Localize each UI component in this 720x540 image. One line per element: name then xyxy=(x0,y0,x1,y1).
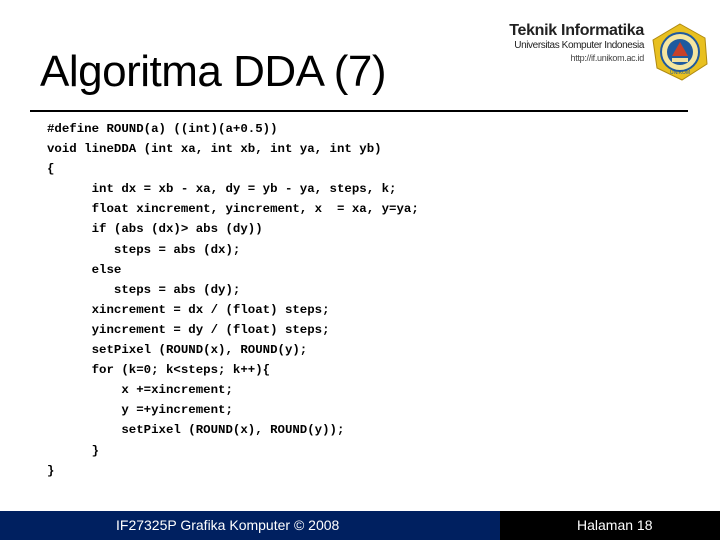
footer-course-bar: IF27325P Grafika Komputer © 2008 xyxy=(0,511,500,540)
code-line: steps = abs (dy); xyxy=(47,282,241,297)
department-logo: Teknik Informatika Universitas Komputer … xyxy=(509,22,712,81)
code-line: yincrement = dy / (float) steps; xyxy=(47,322,330,337)
code-line: else xyxy=(47,262,122,277)
code-line: void lineDDA (int xa, int xb, int ya, in… xyxy=(47,142,382,157)
university-emblem-icon: UNIKOM xyxy=(652,23,708,81)
logo-url: http://if.unikom.ac.id xyxy=(570,53,645,63)
code-line: if (abs (dx)> abs (dy)) xyxy=(47,222,263,237)
emblem-label: UNIKOM xyxy=(670,70,690,76)
code-block: #define ROUND(a) ((int)(a+0.5)) void line… xyxy=(47,119,419,481)
code-line: } xyxy=(47,463,55,478)
code-line: { xyxy=(47,162,55,177)
footer-page-bar: Halaman 18 xyxy=(500,511,720,540)
logo-title: Teknik Informatika xyxy=(509,22,644,39)
code-line: y =+yincrement; xyxy=(47,403,233,418)
code-line: setPixel (ROUND(x), ROUND(y)); xyxy=(47,423,345,438)
logo-text-block: Teknik Informatika Universitas Komputer … xyxy=(509,22,644,64)
logo-subtitle: Universitas Komputer Indonesia xyxy=(514,40,644,51)
code-line: int dx = xb - xa, dy = yb - ya, steps, k… xyxy=(47,182,397,197)
footer-course-text: IF27325P Grafika Komputer © 2008 xyxy=(116,517,340,533)
code-line: for (k=0; k<steps; k++){ xyxy=(47,363,271,378)
code-line: #define ROUND(a) ((int)(a+0.5)) xyxy=(47,122,278,136)
code-line: x +=xincrement; xyxy=(47,383,233,398)
code-line: setPixel (ROUND(x), ROUND(y); xyxy=(47,343,308,358)
title-divider xyxy=(30,110,688,112)
code-line: } xyxy=(47,443,100,458)
code-line: xincrement = dx / (float) steps; xyxy=(47,302,330,317)
slide-title: Algoritma DDA (7) xyxy=(40,47,387,96)
code-line: steps = abs (dx); xyxy=(47,242,241,257)
code-line: float xincrement, yincrement, x = xa, y=… xyxy=(47,202,419,217)
page-number: Halaman 18 xyxy=(577,517,653,533)
